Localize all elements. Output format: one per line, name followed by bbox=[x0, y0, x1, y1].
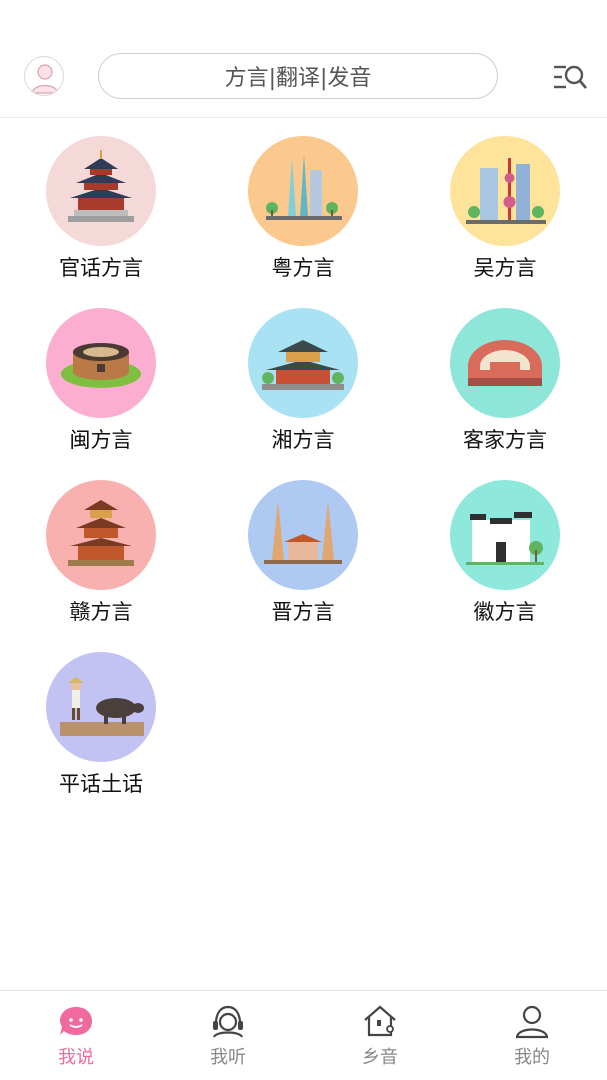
hakka-walled-house-icon bbox=[450, 308, 560, 418]
tab-listen[interactable]: 我听 bbox=[152, 991, 304, 1080]
farmer-buffalo-icon bbox=[46, 652, 156, 762]
tab-hometown[interactable]: 乡音 bbox=[304, 991, 456, 1080]
shanghai-skyline-icon bbox=[450, 136, 560, 246]
dialect-item-yue[interactable]: 粤方言 bbox=[202, 118, 404, 290]
tab-profile[interactable]: 我的 bbox=[456, 991, 607, 1080]
bottom-tab-bar: 我说 我听 乡音 我的 bbox=[0, 990, 607, 1080]
twin-pagodas-icon bbox=[248, 480, 358, 590]
home-icon bbox=[364, 1005, 396, 1037]
dialect-label: 吴方言 bbox=[473, 256, 537, 280]
headset-icon bbox=[212, 1005, 244, 1038]
dialect-label: 粤方言 bbox=[271, 256, 335, 280]
search-filter-icon[interactable] bbox=[552, 62, 588, 92]
dialect-item-jin[interactable]: 晋方言 bbox=[202, 462, 404, 634]
dialect-item-guanhua[interactable]: 官话方言 bbox=[0, 118, 202, 290]
yueyang-tower-icon bbox=[248, 308, 358, 418]
search-placeholder: 方言|翻译|发音 bbox=[224, 66, 372, 91]
avatar[interactable] bbox=[24, 56, 64, 96]
dialect-label: 晋方言 bbox=[271, 600, 335, 624]
search-input[interactable]: 方言|翻译|发音 bbox=[98, 53, 498, 99]
temple-of-heaven-icon bbox=[46, 136, 156, 246]
dialect-label: 湘方言 bbox=[271, 428, 335, 452]
tengwang-pavilion-icon bbox=[46, 480, 156, 590]
tab-speak[interactable]: 我说 bbox=[0, 991, 152, 1080]
tulou-icon bbox=[46, 308, 156, 418]
user-avatar-icon bbox=[31, 64, 59, 94]
user-icon bbox=[515, 1005, 549, 1039]
dialect-label: 徽方言 bbox=[473, 600, 537, 624]
dialect-item-pinghua[interactable]: 平话土话 bbox=[0, 634, 202, 806]
header: 方言|翻译|发音 bbox=[0, 0, 607, 118]
tab-label: 我说 bbox=[58, 1047, 94, 1068]
dialect-label: 官话方言 bbox=[59, 256, 143, 280]
dialect-item-hui[interactable]: 徽方言 bbox=[404, 462, 606, 634]
dialect-item-hakka[interactable]: 客家方言 bbox=[404, 290, 606, 462]
dialect-item-gan[interactable]: 赣方言 bbox=[0, 462, 202, 634]
tab-label: 我的 bbox=[514, 1047, 550, 1068]
dialect-item-min[interactable]: 闽方言 bbox=[0, 290, 202, 462]
speech-bubble-icon bbox=[60, 1007, 92, 1035]
dialect-label: 客家方言 bbox=[463, 428, 547, 452]
dialect-label: 闽方言 bbox=[69, 428, 133, 452]
dialect-item-xiang[interactable]: 湘方言 bbox=[202, 290, 404, 462]
dialect-label: 赣方言 bbox=[69, 600, 133, 624]
huizhou-architecture-icon bbox=[450, 480, 560, 590]
tab-label: 乡音 bbox=[362, 1047, 398, 1068]
tab-label: 我听 bbox=[210, 1047, 246, 1068]
dialect-item-wu[interactable]: 吴方言 bbox=[404, 118, 606, 290]
canton-tower-icon bbox=[248, 136, 358, 246]
dialect-label: 平话土话 bbox=[59, 772, 143, 796]
